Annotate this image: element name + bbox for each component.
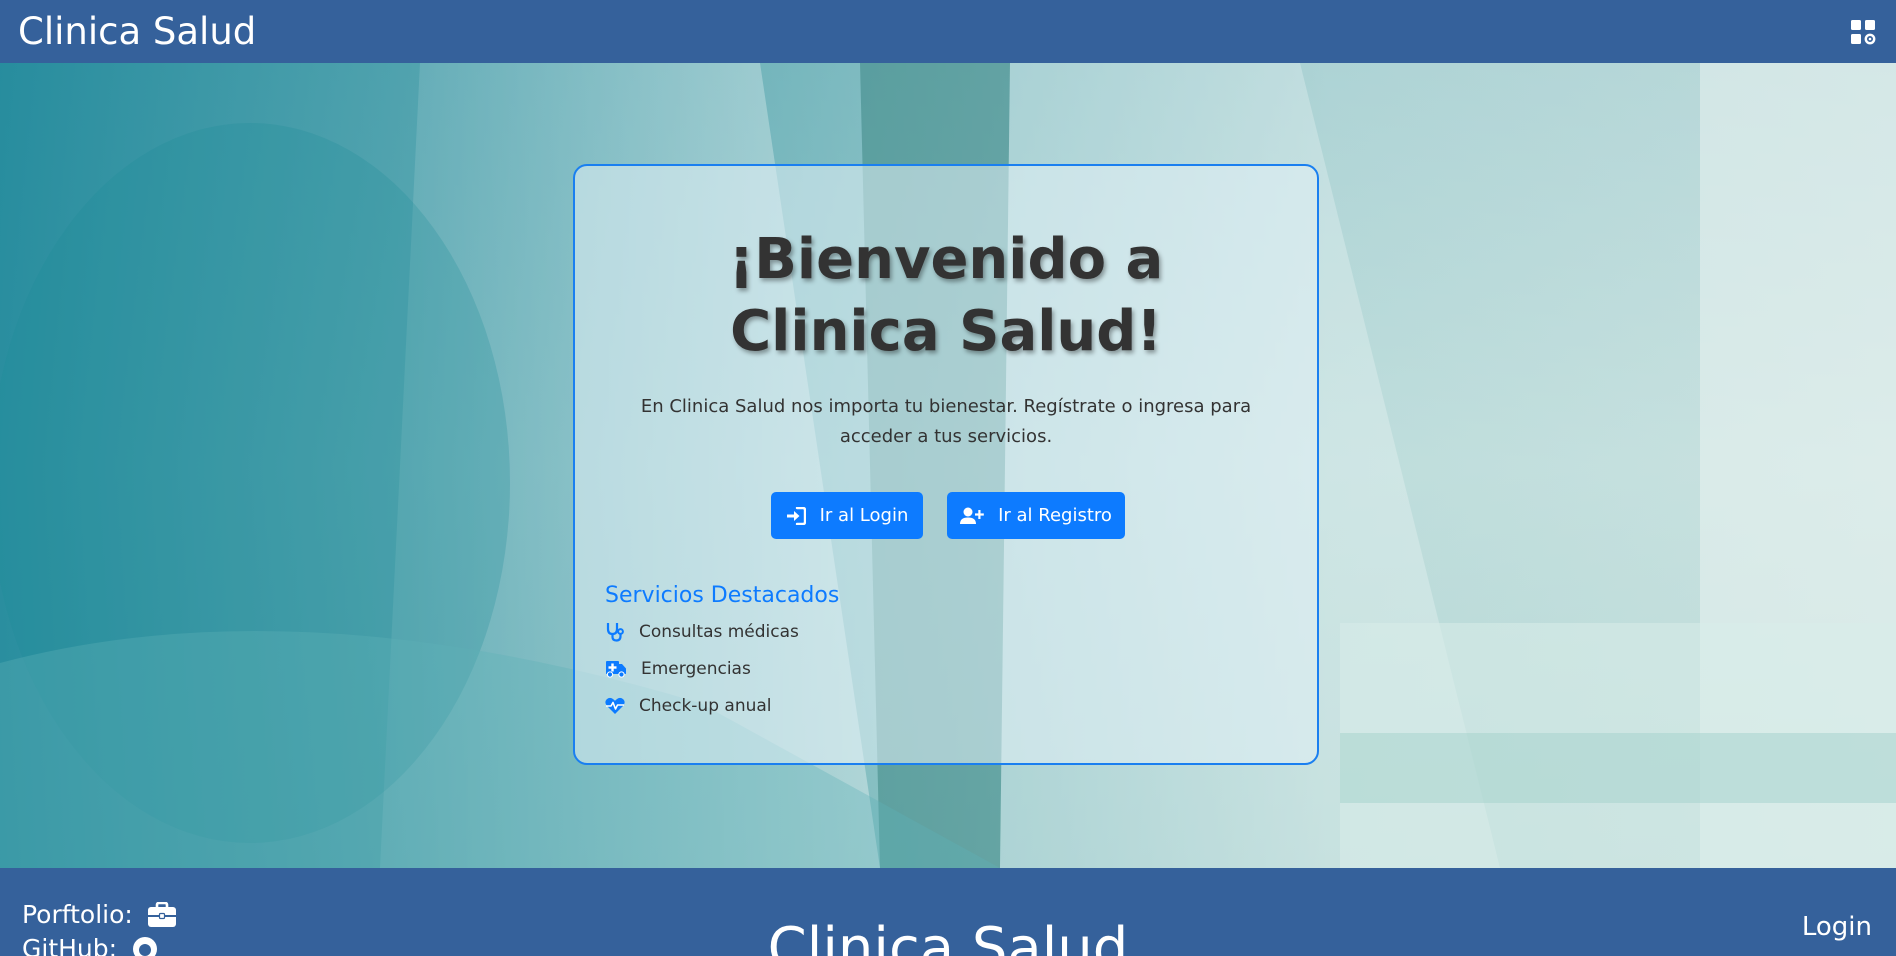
heartbeat-icon (605, 697, 625, 714)
service-label: Emergencias (641, 659, 751, 679)
service-label: Consultas médicas (639, 622, 799, 642)
apps-grid-gear-icon[interactable] (1848, 17, 1878, 47)
go-to-login-button[interactable]: Ir al Login (771, 492, 923, 539)
featured-services-title: Servicios Destacados (605, 583, 840, 608)
footer-title: Clinica Salud (767, 916, 1129, 956)
welcome-lead: En Clinica Salud nos importa tu bienesta… (640, 396, 1252, 447)
sign-in-icon (786, 506, 806, 525)
service-item-emergencias: Emergencias (605, 656, 751, 682)
navbar-brand[interactable]: Clinica Salud (18, 10, 256, 53)
go-to-login-label: Ir al Login (819, 505, 909, 526)
top-navbar: Clinica Salud (0, 0, 1896, 63)
ambulance-icon (606, 661, 626, 678)
welcome-title: ¡Bienvenido a Clinica Salud! (728, 227, 1164, 364)
go-to-register-button[interactable]: Ir al Registro (947, 492, 1125, 539)
stethoscope-icon (606, 623, 624, 642)
welcome-card: ¡Bienvenido a Clinica Salud! En Clinica … (573, 164, 1319, 765)
service-label: Check-up anual (639, 696, 772, 716)
go-to-register-label: Ir al Registro (998, 505, 1112, 526)
hero-background: ¡Bienvenido a Clinica Salud! En Clinica … (0, 63, 1896, 868)
user-plus-icon (960, 507, 984, 524)
service-item-checkup: Check-up anual (605, 693, 772, 719)
footer: Porftolio: GitHub: Clinica Salud Login (0, 868, 1896, 956)
footer-login-link[interactable]: Login (1802, 912, 1872, 942)
service-item-consultas: Consultas médicas (605, 619, 799, 645)
